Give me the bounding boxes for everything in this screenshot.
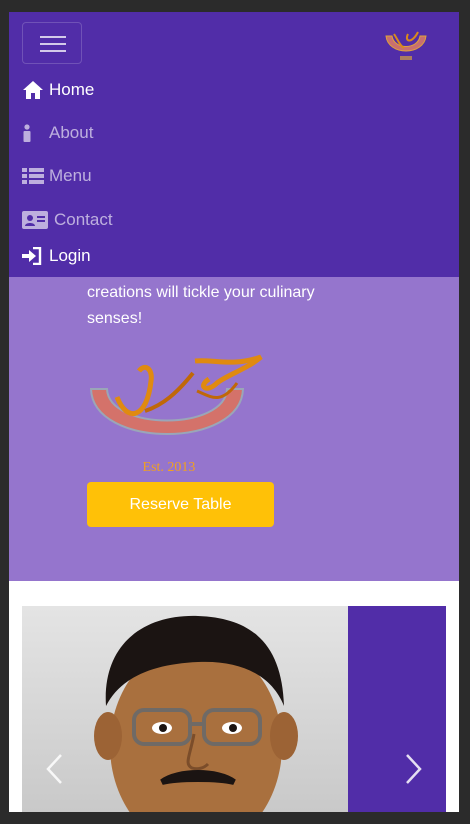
carousel-prev-button[interactable]	[34, 746, 74, 792]
carousel	[22, 606, 446, 812]
hamburger-icon	[40, 36, 66, 38]
hamburger-bar	[40, 43, 66, 45]
jumbotron: creations will tickle your culinary sens…	[9, 277, 459, 581]
navbar-toggler-button[interactable]	[22, 22, 82, 64]
restaurant-logo: Est. 2013	[87, 353, 267, 479]
logo-est-text: Est. 2013	[143, 460, 196, 475]
carousel-next-button[interactable]	[394, 746, 434, 792]
nav-item-contact[interactable]: Contact	[22, 206, 113, 234]
nav-item-menu[interactable]: Menu	[22, 162, 92, 190]
home-icon	[22, 79, 44, 101]
list-icon	[22, 165, 44, 187]
nav-item-label: Contact	[54, 210, 113, 229]
address-card-icon	[22, 209, 49, 231]
login-button[interactable]: Login	[22, 242, 91, 270]
jumbotron-text: creations will tickle your culinary sens…	[87, 284, 315, 327]
info-icon	[22, 122, 44, 144]
nav-item-about[interactable]: About	[22, 119, 93, 147]
chevron-left-icon	[46, 754, 62, 784]
nav-item-label: Menu	[49, 166, 92, 185]
app-viewport: Home About Menu Contact Login creations …	[9, 12, 459, 812]
chevron-right-icon	[406, 754, 422, 784]
brand-logo[interactable]	[382, 26, 430, 66]
nav-item-home[interactable]: Home	[22, 76, 94, 104]
login-label: Login	[49, 246, 91, 265]
sign-in-icon	[22, 245, 44, 267]
nav-item-label: Home	[49, 80, 95, 99]
reserve-table-button[interactable]: Reserve Table	[87, 482, 274, 527]
nav-item-label: About	[49, 123, 94, 142]
hamburger-bar	[40, 50, 66, 52]
navbar: Home About Menu Contact Login	[9, 12, 459, 277]
